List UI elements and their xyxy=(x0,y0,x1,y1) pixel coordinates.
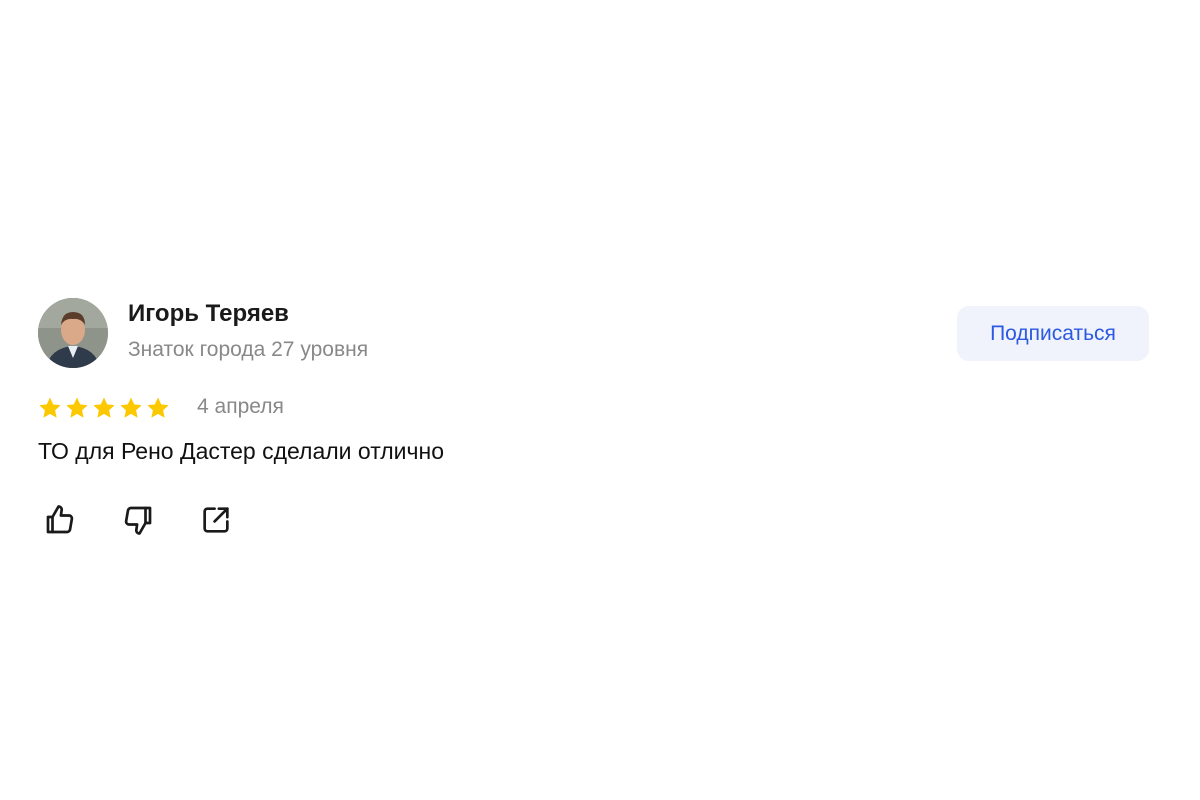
subscribe-button[interactable]: Подписаться xyxy=(957,306,1149,361)
thumbs-down-icon xyxy=(124,506,152,535)
thumbs-up-icon xyxy=(46,505,74,534)
review-text: ТО для Рено Дастер сделали отлично xyxy=(38,438,444,464)
author-name[interactable]: Игорь Теряев xyxy=(128,300,289,328)
review-date: 4 апреля xyxy=(197,395,284,418)
avatar[interactable] xyxy=(38,298,108,368)
share-button[interactable] xyxy=(196,500,236,540)
like-button[interactable] xyxy=(40,500,80,540)
share-icon xyxy=(203,507,229,533)
star-icon xyxy=(93,397,115,418)
star-icon xyxy=(147,397,169,418)
dislike-button[interactable] xyxy=(118,500,158,540)
rating-stars xyxy=(38,394,170,422)
star-icon xyxy=(39,397,61,418)
author-level: Знаток города 27 уровня xyxy=(128,338,369,361)
author-photo xyxy=(38,298,108,368)
review-card: Игорь Теряев Знаток города 27 уровня Под… xyxy=(0,0,1200,800)
star-icon xyxy=(120,397,142,418)
star-icon xyxy=(66,397,88,418)
